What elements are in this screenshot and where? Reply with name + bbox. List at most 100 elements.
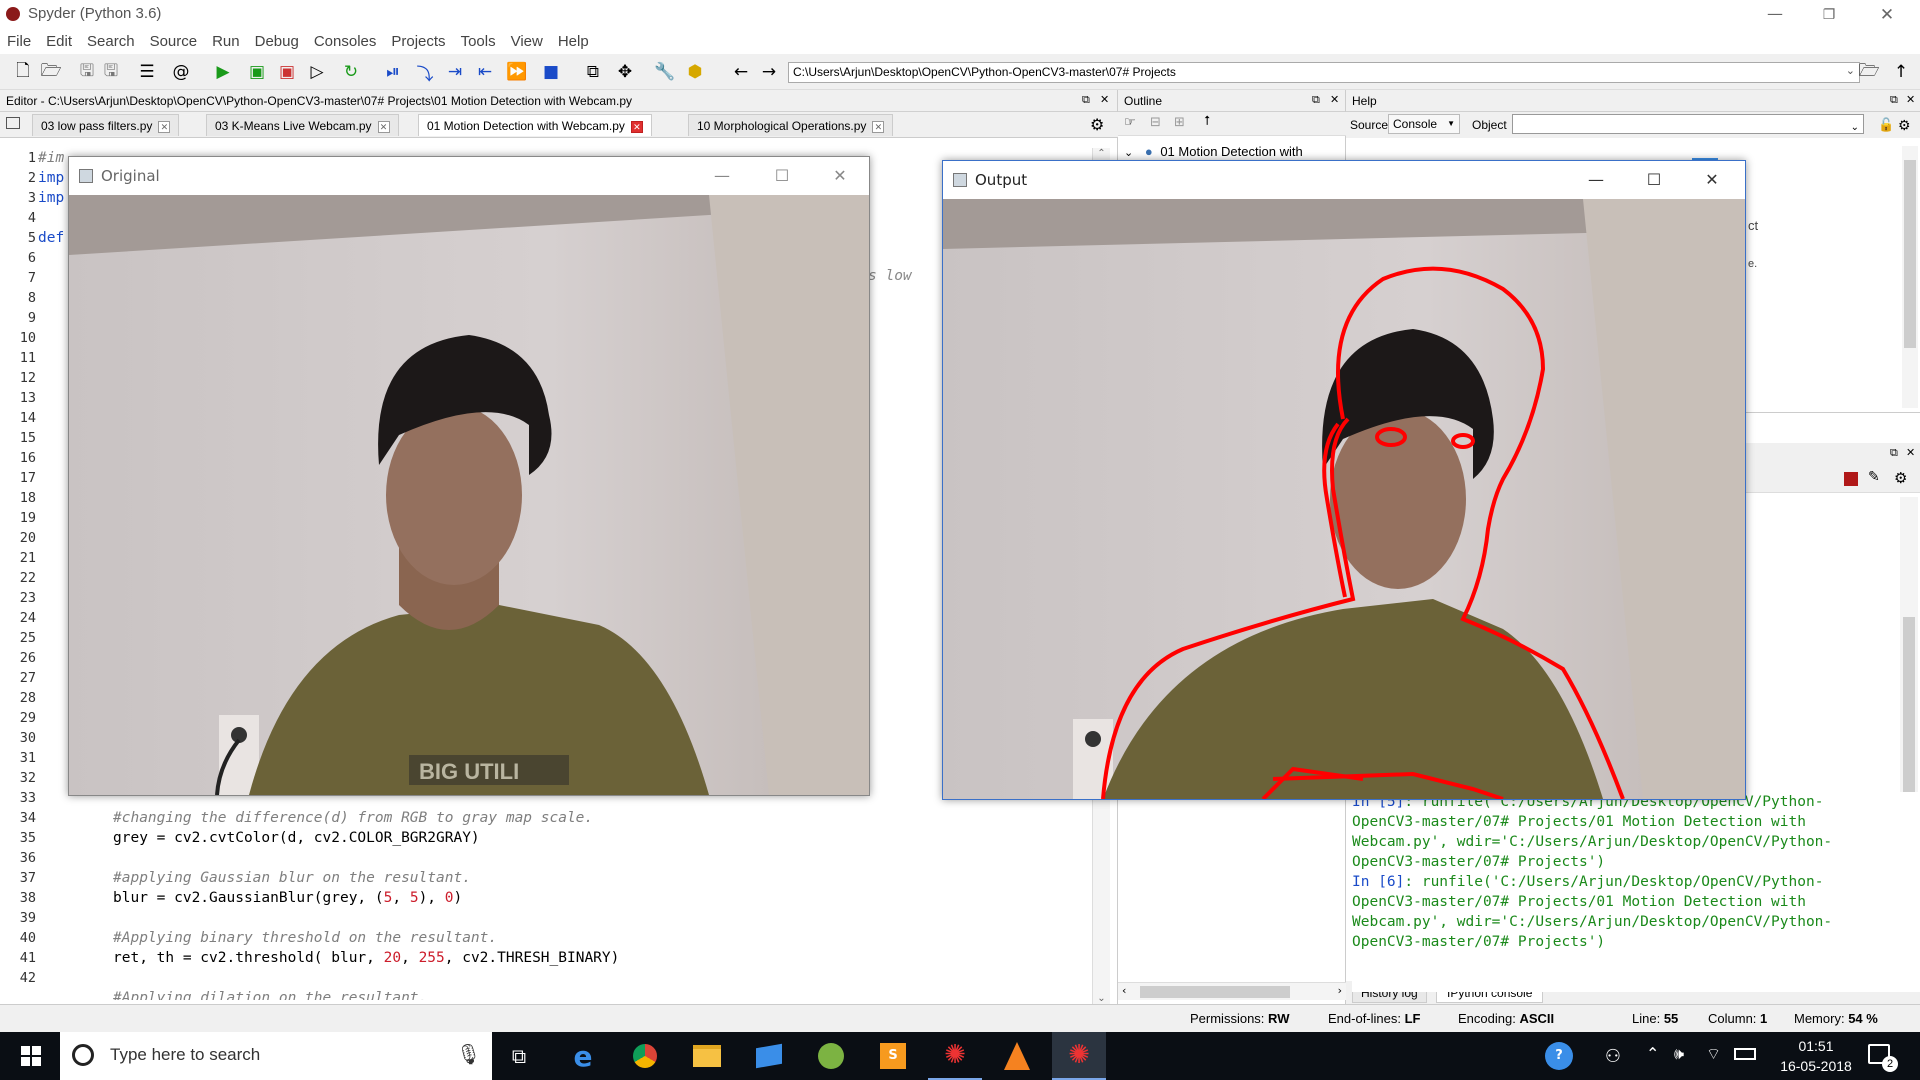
minimize-button[interactable]: — xyxy=(699,157,745,195)
tab-motion-detection[interactable]: 01 Motion Detection with Webcam.py ✕ xyxy=(418,114,652,136)
file-explorer-icon[interactable] xyxy=(680,1032,734,1080)
edge-icon[interactable]: e xyxy=(556,1032,610,1080)
menu-run[interactable]: Run xyxy=(212,30,240,54)
store-icon[interactable] xyxy=(742,1032,796,1080)
close-pane-icon[interactable]: ✕ xyxy=(1330,93,1339,106)
android-studio-icon[interactable] xyxy=(804,1032,858,1080)
gear-icon[interactable]: ⚙ xyxy=(1090,115,1104,134)
microphone-icon[interactable]: 🎙 xyxy=(456,1042,481,1066)
go-up-icon[interactable]: ⭡ xyxy=(1204,114,1210,129)
gear-icon[interactable]: ⚙ xyxy=(1894,469,1907,487)
outline-h-scrollbar[interactable]: ‹ › xyxy=(1118,982,1346,1000)
run-icon[interactable]: ▶ xyxy=(212,61,234,83)
people-icon[interactable]: ⚇ xyxy=(1586,1032,1640,1080)
outline-item[interactable]: ⌄ ● 01 Motion Detection with xyxy=(1124,144,1303,159)
collapse-all-icon[interactable]: ⊟ xyxy=(1150,115,1161,130)
close-tab-icon[interactable]: ✕ xyxy=(630,121,643,133)
undock-icon[interactable]: ⧉ xyxy=(1082,93,1090,107)
parent-dir-icon[interactable]: ↑ xyxy=(1890,61,1912,83)
preferences-icon[interactable]: 🔧 xyxy=(654,61,676,83)
chrome-icon[interactable] xyxy=(618,1032,672,1080)
continue-icon[interactable]: ⏩ xyxy=(506,61,528,83)
open-file-icon[interactable]: 🗁 xyxy=(40,61,62,83)
menu-debug[interactable]: Debug xyxy=(255,30,299,54)
close-pane-icon[interactable]: ✕ xyxy=(1100,93,1109,106)
wifi-icon[interactable]: ⌔ xyxy=(1706,1044,1721,1064)
volume-icon[interactable]: 🕪 xyxy=(1674,1044,1684,1064)
task-view-icon[interactable]: ⧉ xyxy=(492,1032,546,1080)
original-titlebar[interactable]: Original — ☐ ✕ xyxy=(69,157,869,195)
menu-edit[interactable]: Edit xyxy=(46,30,72,54)
expand-all-icon[interactable]: ⊞ xyxy=(1174,115,1185,130)
close-pane-icon[interactable]: ✕ xyxy=(1906,93,1915,106)
restore-button[interactable]: ❐ xyxy=(1806,0,1852,30)
stop-debug-icon[interactable]: ■ xyxy=(540,61,562,83)
original-window[interactable]: Original — ☐ ✕ BIG UTILI xyxy=(68,156,870,796)
lock-icon[interactable]: 🔓 xyxy=(1878,112,1894,138)
fullscreen-icon[interactable]: ✥ xyxy=(614,61,636,83)
undock-icon[interactable]: ⧉ xyxy=(1890,446,1898,460)
step-return-icon[interactable]: ⇤ xyxy=(474,61,496,83)
close-button[interactable]: ✕ xyxy=(1689,161,1735,199)
menu-projects[interactable]: Projects xyxy=(391,30,445,54)
spyder-app-icon[interactable]: ✺ xyxy=(928,1032,982,1080)
output-titlebar[interactable]: Output — ☐ ✕ xyxy=(943,161,1745,199)
source-select[interactable]: Console ▼ xyxy=(1388,114,1460,134)
minimize-button[interactable]: — xyxy=(1573,161,1619,199)
debug-icon[interactable]: ⏯ xyxy=(382,61,404,83)
menu-source[interactable]: Source xyxy=(150,30,198,54)
help-icon[interactable]: ? xyxy=(1532,1032,1586,1080)
help-scrollbar[interactable] xyxy=(1902,146,1918,408)
close-tab-icon[interactable]: ✕ xyxy=(872,121,885,133)
undock-icon[interactable]: ⧉ xyxy=(1312,93,1320,107)
at-icon[interactable]: @ xyxy=(170,61,192,83)
close-tab-icon[interactable]: ✕ xyxy=(158,121,171,133)
start-button[interactable] xyxy=(4,1032,58,1080)
browse-tabs-icon[interactable] xyxy=(6,117,20,129)
menu-tools[interactable]: Tools xyxy=(461,30,496,54)
menu-consoles[interactable]: Consoles xyxy=(314,30,377,54)
menu-file[interactable]: File xyxy=(7,30,31,54)
output-window[interactable]: Output — ☐ ✕ xyxy=(942,160,1746,800)
run-selection-icon[interactable]: ▷ xyxy=(306,61,328,83)
close-button[interactable]: ✕ xyxy=(817,157,863,195)
browse-folder-icon[interactable]: 🗁 xyxy=(1858,61,1880,83)
rerun-icon[interactable]: ↻ xyxy=(340,61,362,83)
stop-kernel-icon[interactable] xyxy=(1844,472,1858,486)
undock-icon[interactable]: ⧉ xyxy=(1890,93,1898,107)
python-path-icon[interactable]: ⬢ xyxy=(684,61,706,83)
close-tab-icon[interactable]: ✕ xyxy=(377,121,390,133)
maximize-button[interactable]: ☐ xyxy=(1631,161,1677,199)
back-icon[interactable]: ← xyxy=(730,61,752,83)
menu-search[interactable]: Search xyxy=(87,30,135,54)
new-file-icon[interactable]: 🗋 xyxy=(12,61,34,83)
close-pane-icon[interactable]: ✕ xyxy=(1906,446,1915,459)
taskbar-search[interactable]: Type here to search 🎙 xyxy=(60,1032,492,1080)
scroll-up-icon[interactable]: ⌃ xyxy=(1093,148,1110,159)
close-button[interactable]: ✕ xyxy=(1864,0,1910,30)
working-directory-field[interactable]: C:\Users\Arjun\Desktop\OpenCV\Python-Ope… xyxy=(788,62,1860,83)
tab-morphological[interactable]: 10 Morphological Operations.py ✕ xyxy=(688,114,894,136)
battery-icon[interactable] xyxy=(1734,1048,1756,1060)
clock[interactable]: 01:51 16-05-2018 xyxy=(1772,1036,1860,1076)
maximize-button[interactable]: ☐ xyxy=(759,157,805,195)
save-all-icon[interactable]: 🖫 xyxy=(100,61,122,83)
vlc-icon[interactable] xyxy=(990,1032,1044,1080)
tray-chevron-icon[interactable]: ⌃ xyxy=(1646,1044,1659,1063)
forward-icon[interactable]: → xyxy=(758,61,780,83)
go-to-cursor-icon[interactable]: ☞ xyxy=(1124,115,1136,130)
gear-icon[interactable]: ⚙ xyxy=(1898,112,1911,138)
object-input[interactable]: ⌄ xyxy=(1512,114,1864,134)
sublime-icon[interactable]: S xyxy=(866,1032,920,1080)
scroll-down-icon[interactable]: ⌄ xyxy=(1093,993,1110,1004)
run-cell-advance-icon[interactable]: ▣ xyxy=(276,61,298,83)
step-icon[interactable]: ⤵ xyxy=(414,61,436,85)
clear-console-icon[interactable]: ✎ xyxy=(1868,469,1880,485)
console-output[interactable]: In [5]: runfile('C:/Users/Arjun/Desktop/… xyxy=(1352,792,1920,992)
maximize-pane-icon[interactable]: ⧉ xyxy=(582,61,604,83)
menu-help[interactable]: Help xyxy=(558,30,589,54)
tab-kmeans[interactable]: 03 K-Means Live Webcam.py ✕ xyxy=(206,114,399,136)
step-into-icon[interactable]: ⇥ xyxy=(444,61,466,83)
minimize-button[interactable]: — xyxy=(1752,0,1798,30)
menu-view[interactable]: View xyxy=(511,30,543,54)
